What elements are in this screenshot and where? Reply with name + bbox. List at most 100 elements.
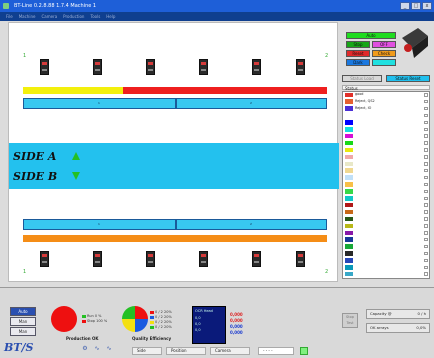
status-row-checkbox[interactable] — [424, 141, 428, 145]
motor-icon[interactable] — [146, 59, 155, 75]
status-row[interactable] — [343, 230, 429, 236]
motor-icon[interactable] — [146, 251, 155, 267]
status-row[interactable] — [343, 265, 429, 271]
chart-icon[interactable]: ⚙ — [80, 345, 90, 353]
conveyor-bar-bottom[interactable]: 1 2 — [23, 219, 327, 230]
status-row-checkbox[interactable] — [424, 134, 428, 138]
status-row[interactable] — [343, 182, 429, 188]
conveyor-bar-top[interactable]: 1 2 — [23, 98, 327, 109]
status-reset-button[interactable]: Status Reset — [386, 75, 430, 82]
side-button-auto[interactable]: Auto — [10, 307, 36, 316]
status-row-checkbox[interactable] — [424, 224, 428, 228]
position-dropdown[interactable]: Position — [166, 347, 206, 355]
status-row-checkbox[interactable] — [424, 272, 428, 276]
cyan-state-button[interactable] — [372, 59, 396, 66]
motor-icon[interactable] — [40, 251, 49, 267]
status-row-checkbox[interactable] — [424, 155, 428, 159]
status-row-checkbox[interactable] — [424, 244, 428, 249]
side-button-man-1[interactable]: Man — [10, 317, 36, 326]
status-row[interactable] — [343, 271, 429, 277]
menu-tools[interactable]: Tools — [90, 12, 100, 21]
motor-icon[interactable] — [93, 251, 102, 267]
status-row[interactable]: good — [343, 92, 429, 98]
status-row-checkbox[interactable] — [424, 258, 428, 263]
stop-state-button[interactable]: Stop — [346, 41, 370, 48]
motor-icon[interactable] — [252, 59, 261, 75]
status-row-checkbox[interactable] — [424, 210, 428, 214]
dark-button[interactable]: Dark — [346, 59, 370, 66]
menu-production[interactable]: Production — [63, 12, 84, 21]
status-row-checkbox[interactable] — [424, 182, 428, 187]
close-button[interactable]: x — [422, 2, 432, 10]
status-row-checkbox[interactable] — [424, 251, 428, 256]
status-row[interactable] — [343, 216, 429, 222]
status-row[interactable] — [343, 237, 429, 243]
maximize-button[interactable]: □ — [411, 2, 421, 10]
camera-dropdown[interactable]: Camera — [210, 347, 250, 355]
status-row[interactable] — [343, 161, 429, 167]
status-row[interactable] — [343, 154, 429, 160]
status-row[interactable] — [343, 175, 429, 181]
status-row[interactable] — [343, 147, 429, 153]
status-row[interactable] — [343, 127, 429, 133]
motor-icon[interactable] — [199, 59, 208, 75]
menu-help[interactable]: Help — [106, 12, 115, 21]
menu-file[interactable]: File — [6, 12, 13, 21]
motor-icon[interactable] — [199, 251, 208, 267]
status-row[interactable]: Reject, IO — [343, 106, 429, 112]
status-row-checkbox[interactable] — [424, 93, 428, 97]
status-row-checkbox[interactable] — [424, 231, 428, 235]
status-row-checkbox[interactable] — [424, 203, 428, 207]
status-row-label: good — [355, 92, 364, 96]
status-row-checkbox[interactable] — [424, 127, 428, 131]
value-field[interactable]: - - - - — [258, 347, 294, 355]
status-row[interactable]: Reject, QS2 — [343, 99, 429, 105]
minimize-button[interactable]: _ — [400, 2, 410, 10]
motor-icon[interactable] — [93, 59, 102, 75]
status-row-checkbox[interactable] — [424, 99, 428, 104]
check-button[interactable]: Check — [372, 50, 396, 57]
status-row-checkbox[interactable] — [424, 162, 428, 166]
status-row[interactable] — [343, 251, 429, 257]
status-row-checkbox[interactable] — [424, 196, 428, 200]
status-row[interactable] — [343, 120, 429, 126]
status-row-checkbox[interactable] — [424, 237, 428, 242]
wave-icon[interactable]: ∿ — [92, 345, 102, 353]
status-row-checkbox[interactable] — [424, 265, 428, 269]
menu-machine[interactable]: Machine — [19, 12, 36, 21]
status-row[interactable] — [343, 202, 429, 208]
status-row[interactable] — [343, 244, 429, 250]
status-row-checkbox[interactable] — [424, 148, 428, 152]
status-row[interactable] — [343, 196, 429, 202]
auto-button[interactable]: Auto — [346, 32, 396, 39]
status-row[interactable] — [343, 168, 429, 174]
side-button-man-2[interactable]: Man — [10, 327, 36, 336]
status-row-checkbox[interactable] — [424, 217, 428, 221]
status-row[interactable] — [343, 113, 429, 119]
motor-icon[interactable] — [252, 251, 261, 267]
status-row[interactable] — [343, 133, 429, 139]
status-row-checkbox[interactable] — [424, 106, 428, 111]
motor-icon[interactable] — [296, 251, 305, 267]
status-row[interactable] — [343, 223, 429, 229]
status-row-checkbox[interactable] — [424, 113, 428, 118]
side-dropdown[interactable]: Side — [132, 347, 162, 355]
off-button[interactable]: OFF — [372, 41, 396, 48]
status-row[interactable] — [343, 140, 429, 146]
status-row[interactable] — [343, 258, 429, 264]
arrow-down-icon[interactable] — [72, 172, 80, 180]
signal-icon[interactable]: ∿ — [104, 345, 114, 353]
motor-icon[interactable] — [296, 59, 305, 75]
menu-camera[interactable]: Camera — [41, 12, 57, 21]
stop-test-button[interactable]: Stop Test — [342, 313, 358, 328]
motor-icon[interactable] — [40, 59, 49, 75]
status-row-checkbox[interactable] — [424, 175, 428, 180]
reset-button[interactable]: Reset — [346, 50, 370, 57]
status-row[interactable] — [343, 189, 429, 195]
status-load-button[interactable]: Status Load — [342, 75, 382, 82]
status-row[interactable] — [343, 209, 429, 215]
status-row-checkbox[interactable] — [424, 120, 428, 125]
arrow-up-icon[interactable] — [72, 152, 80, 160]
status-row-checkbox[interactable] — [424, 168, 428, 173]
status-row-checkbox[interactable] — [424, 189, 428, 194]
